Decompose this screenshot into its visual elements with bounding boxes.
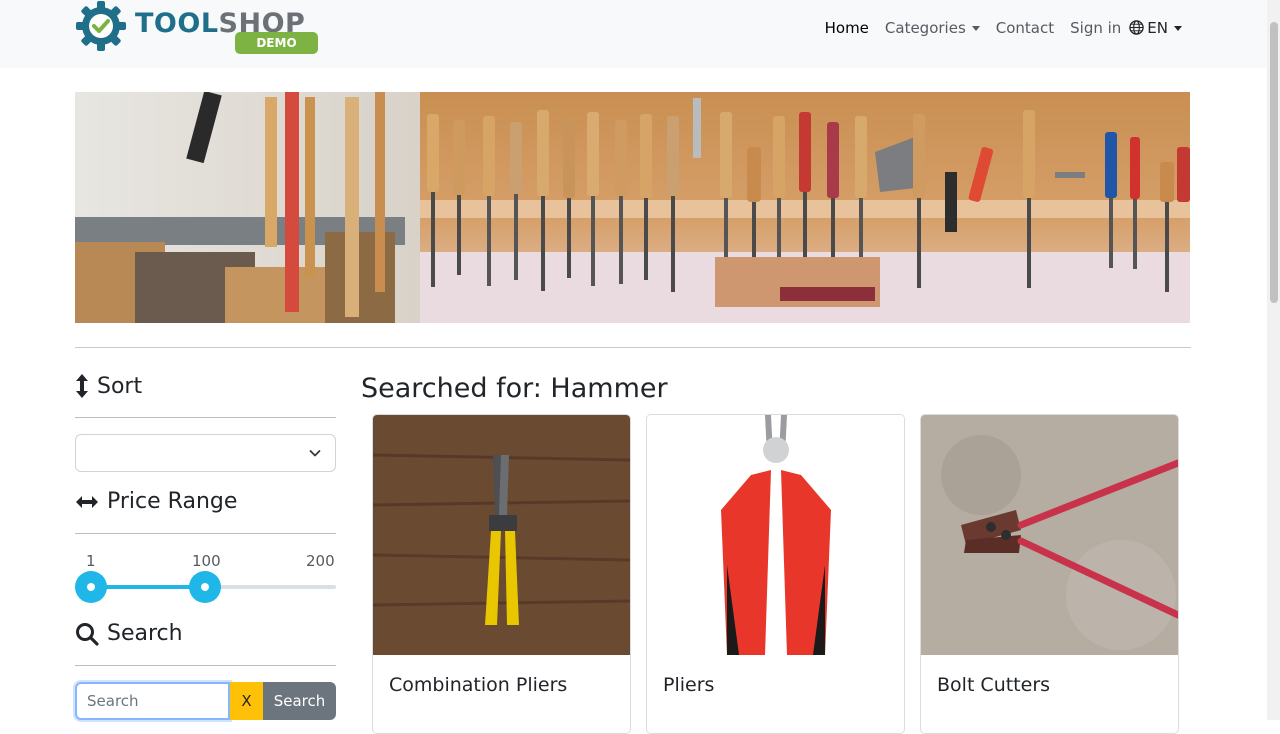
product-image [647,415,904,655]
nav-contact-link[interactable]: Contact [988,19,1062,37]
chevron-down-icon [309,450,321,457]
brand-logo[interactable]: TOOLSHOP DEMO [75,0,321,56]
sort-heading-text: Sort [97,373,143,399]
nav-signin-link[interactable]: Sign in [1062,19,1129,37]
top-navbar: TOOLSHOP DEMO Home Categories Contact Si… [0,0,1267,68]
search-divider [75,665,336,666]
scrollbar-thumb[interactable] [1270,22,1278,303]
page-scrollbar[interactable] [1267,0,1280,720]
language-label: EN [1147,19,1168,37]
caret-down-icon [971,26,980,31]
slider-min-label: 1 [86,552,96,570]
search-results-title: Searched for: Hammer [361,373,668,404]
sort-divider [75,417,336,418]
product-card[interactable]: Pliers [646,414,905,734]
product-name[interactable]: Combination Pliers [389,674,567,696]
hero-banner-image [75,92,1190,323]
nav-home-link[interactable]: Home [817,19,877,37]
search-submit-button[interactable]: Search [263,682,336,720]
price-range-heading: Price Range [75,489,237,514]
product-image [373,415,630,655]
language-dropdown[interactable]: EN [1129,19,1190,37]
nav-categories-dropdown[interactable]: Categories [877,19,988,37]
nav-menu: Home Categories Contact Sign in EN [817,0,1190,56]
price-slider-selection [91,585,205,589]
product-name[interactable]: Bolt Cutters [937,674,1050,696]
price-range-heading-text: Price Range [107,489,238,514]
sort-arrows-icon [76,374,88,398]
search-icon [76,622,99,646]
sort-select[interactable] [75,434,336,472]
nav-categories-label: Categories [884,19,966,37]
product-name[interactable]: Pliers [663,674,714,696]
slider-high-label: 100 [192,552,221,570]
brand-demo-badge: DEMO [235,32,318,54]
horizontal-arrows-icon [76,495,98,508]
product-image [921,415,1178,655]
product-card[interactable]: Bolt Cutters [920,414,1179,734]
section-divider [75,347,1191,348]
tool-wall-illustration [75,92,1190,323]
globe-icon [1129,20,1145,35]
search-heading-text: Search [107,621,183,646]
search-input[interactable] [75,682,230,720]
price-divider [75,533,336,534]
price-slider-max-handle[interactable] [188,571,221,603]
sort-heading: Sort [75,373,142,399]
search-clear-button[interactable]: X [230,682,263,720]
slider-max-label: 200 [306,552,335,570]
search-heading: Search [75,621,183,646]
product-card[interactable]: Combination Pliers [372,414,631,734]
search-form: X Search [75,682,336,720]
price-slider-min-handle[interactable] [75,571,107,603]
gear-check-icon [76,1,126,51]
caret-down-icon [1174,26,1182,31]
